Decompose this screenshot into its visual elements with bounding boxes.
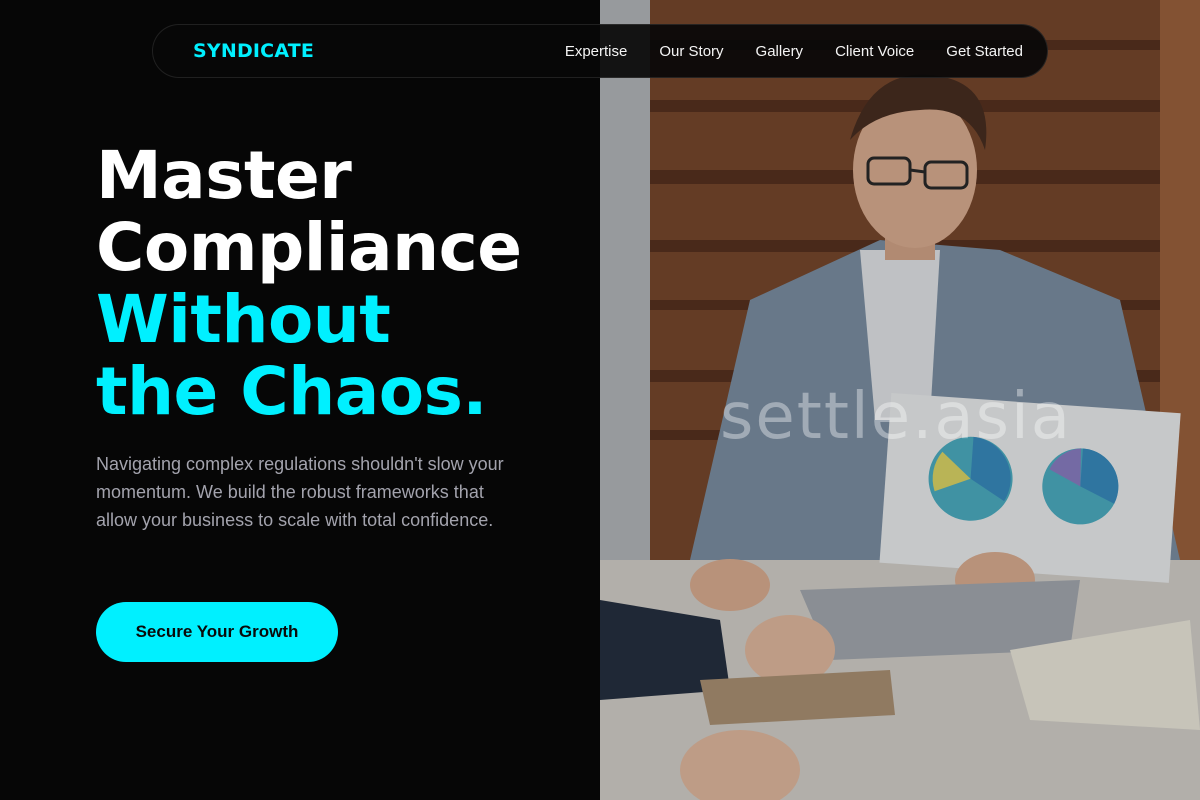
nav-link-get-started[interactable]: Get Started xyxy=(946,43,1023,60)
nav-link-expertise[interactable]: Expertise xyxy=(565,43,628,60)
nav-links: Expertise Our Story Gallery Client Voice… xyxy=(565,43,1023,60)
headline-accent-line-1: Without xyxy=(96,281,391,358)
headline-line-2: Compliance xyxy=(96,209,522,286)
image-watermark: settle.asia xyxy=(720,380,1072,454)
secure-your-growth-button[interactable]: Secure Your Growth xyxy=(96,602,338,662)
headline-accent-line-2: the Chaos. xyxy=(96,353,487,430)
top-navigation-bar: SYNDICATE Expertise Our Story Gallery Cl… xyxy=(152,24,1048,78)
nav-link-gallery[interactable]: Gallery xyxy=(756,43,804,60)
hero-headline: Master Compliance Without the Chaos. xyxy=(96,137,522,430)
brand-logo[interactable]: SYNDICATE xyxy=(193,40,314,62)
headline-line-1: Master xyxy=(96,137,352,214)
nav-link-client-voice[interactable]: Client Voice xyxy=(835,43,914,60)
hero-subtitle: Navigating complex regulations shouldn't… xyxy=(96,454,504,530)
nav-link-our-story[interactable]: Our Story xyxy=(659,43,723,60)
